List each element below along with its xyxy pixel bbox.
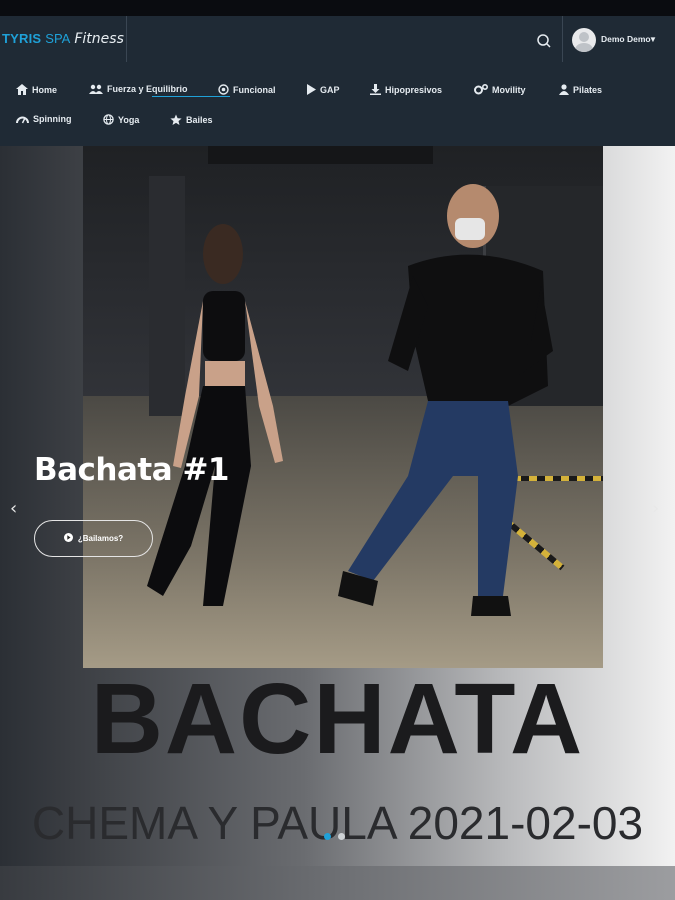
header-divider <box>562 16 563 62</box>
site-logo[interactable]: TYRIS SPA Fitness <box>2 31 124 49</box>
hero-video-thumbnail[interactable] <box>83 146 603 668</box>
nav-item-label: Hipopresivos <box>385 84 443 95</box>
next-section-preview <box>0 866 675 900</box>
dancer-man-figure <box>338 184 553 616</box>
nav-item-funcional[interactable]: Funcional <box>218 84 276 95</box>
hero-carousel: Bachata #1 ¿Bailamos? ‹ › BACHATA CHEMA … <box>0 146 675 866</box>
search-icon[interactable] <box>534 31 554 51</box>
nav-active-underline <box>152 96 230 97</box>
nav-item-label: GAP <box>320 84 340 95</box>
carousel-prev-arrow-icon[interactable]: ‹ <box>10 498 17 519</box>
header-divider <box>126 16 127 62</box>
gears-icon <box>474 84 488 95</box>
carousel-next-arrow-icon[interactable]: › <box>652 498 659 519</box>
logo-part-3: Fitness <box>74 31 124 47</box>
user-name[interactable]: Demo Demo <box>601 34 651 44</box>
nav-item-home[interactable]: Home <box>16 84 57 95</box>
hero-banner-title: BACHATA <box>90 663 585 775</box>
nav-item-label: Fuerza y Equilibrio <box>107 84 188 94</box>
target-icon <box>218 84 229 95</box>
hero-title: Bachata #1 <box>34 452 230 488</box>
play-circle-icon <box>63 533 73 544</box>
nav-item-yoga[interactable]: Yoga <box>103 114 139 125</box>
users-icon <box>89 84 103 94</box>
user-icon <box>559 84 569 95</box>
nav-item-bailes[interactable]: Bailes <box>170 114 213 126</box>
nav-item-label: Yoga <box>118 114 140 125</box>
nav-item-pilates[interactable]: Pilates <box>559 84 602 95</box>
chevron-down-icon[interactable]: ▼ <box>649 35 657 44</box>
gauge-icon <box>16 114 29 124</box>
logo-part-1: TYRIS <box>2 31 42 46</box>
hero-banner-subtitle: CHEMA Y PAULA 2021-02-03 <box>31 797 644 849</box>
carousel-dot[interactable] <box>338 833 345 840</box>
hero-cta-label: ¿Bailamos? <box>77 534 124 543</box>
nav-item-label: Home <box>32 84 58 95</box>
globe-icon <box>103 114 114 125</box>
nav-item-label: Spinning <box>33 114 72 124</box>
nav-item-spinning[interactable]: Spinning <box>16 114 72 124</box>
nav-item-hipopresivos[interactable]: Hipopresivos <box>370 84 442 95</box>
nav-item-gap[interactable]: GAP <box>306 84 340 95</box>
play-icon <box>306 84 316 95</box>
nav-item-label: Bailes <box>186 115 213 125</box>
home-icon <box>16 84 28 95</box>
nav-item-label: Funcional <box>233 84 276 95</box>
nav-item-fuerza-y-equilibrio[interactable]: Fuerza y Equilibrio <box>89 84 188 94</box>
download-icon <box>370 84 381 95</box>
nav-item-movility[interactable]: Movility <box>474 84 526 95</box>
nav-item-label: Movility <box>492 84 526 95</box>
user-avatar[interactable] <box>572 28 596 52</box>
device-status-bar <box>0 0 675 16</box>
hero-cta-button[interactable]: ¿Bailamos? <box>34 520 153 557</box>
star-icon <box>170 114 182 126</box>
logo-part-2: SPA <box>45 31 71 46</box>
carousel-dot-active[interactable] <box>324 833 331 840</box>
nav-item-label: Pilates <box>573 84 603 95</box>
dancer-woman-figure <box>147 224 283 606</box>
